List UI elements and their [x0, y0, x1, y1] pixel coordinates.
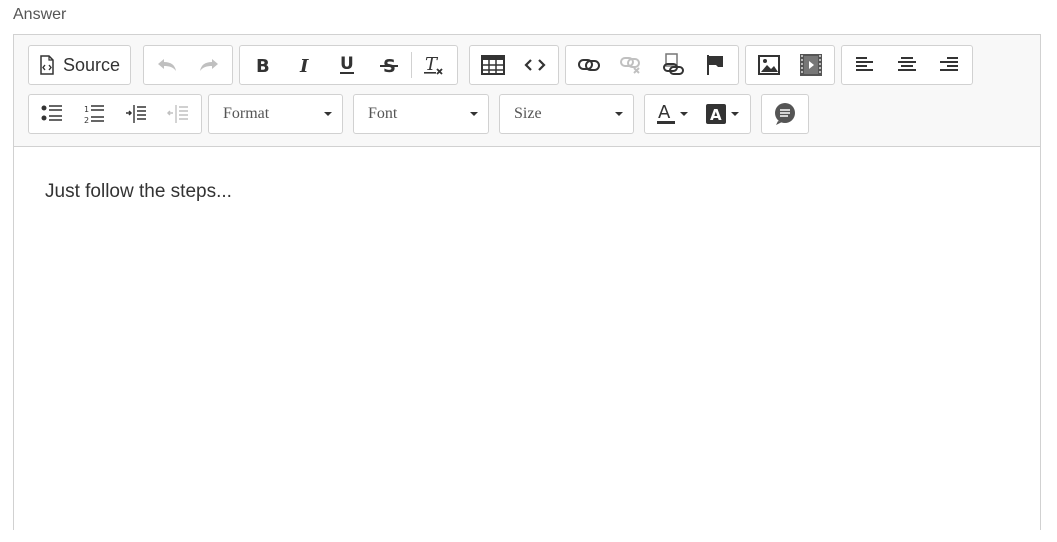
bulleted-list-button[interactable]	[31, 96, 73, 132]
strikethrough-button[interactable]: S	[368, 47, 410, 83]
numbered-list-icon: 1 2	[84, 105, 104, 125]
indent-button[interactable]	[115, 96, 157, 132]
chevron-down-icon	[470, 112, 478, 116]
link-button[interactable]	[568, 47, 610, 83]
table-button[interactable]	[472, 47, 514, 83]
content-text: Just follow the steps...	[45, 181, 232, 202]
size-label: Size	[514, 105, 542, 122]
code-button[interactable]	[514, 47, 556, 83]
anchor-link-button[interactable]	[652, 47, 694, 83]
chevron-down-icon	[324, 112, 332, 116]
text-color-icon: A	[657, 102, 675, 124]
background-color-button[interactable]: A	[697, 96, 747, 132]
toolbar-separator	[411, 52, 412, 78]
underline-button[interactable]: U	[326, 47, 368, 83]
remove-format-button[interactable]: T	[413, 47, 455, 83]
bold-icon: B	[256, 56, 270, 75]
media-group	[745, 45, 835, 85]
bold-button[interactable]: B	[242, 47, 284, 83]
underline-icon: U	[340, 54, 354, 74]
indent-icon	[126, 105, 146, 123]
unlink-icon	[620, 57, 640, 74]
align-right-icon	[940, 57, 958, 71]
outdent-icon	[167, 105, 188, 123]
font-dropdown[interactable]: Font	[353, 94, 489, 134]
italic-icon: I	[299, 56, 309, 75]
image-icon	[758, 55, 780, 75]
image-button[interactable]	[748, 47, 790, 83]
format-label: Format	[223, 105, 270, 122]
basic-styles-group: B I U S T	[239, 45, 458, 85]
text-color-button[interactable]: A	[647, 96, 697, 132]
numbered-list-button[interactable]: 1 2	[73, 96, 115, 132]
history-group	[143, 45, 233, 85]
font-label: Font	[368, 105, 398, 122]
align-left-button[interactable]	[844, 47, 886, 83]
rich-text-editor: Source B I U S T 1 2 Format Font Size A …	[13, 34, 1041, 531]
undo-button[interactable]	[146, 47, 188, 83]
flag-button[interactable]	[694, 47, 736, 83]
svg-text:A: A	[710, 106, 722, 124]
color-group: A A	[644, 94, 751, 134]
link-icon	[578, 59, 600, 71]
editor-content[interactable]: Just follow the steps...	[14, 147, 1040, 531]
svg-text:I: I	[299, 56, 309, 75]
svg-text:U: U	[340, 54, 354, 74]
align-group	[841, 45, 973, 85]
align-left-icon	[856, 57, 873, 71]
redo-icon	[200, 59, 218, 71]
chevron-down-icon	[731, 112, 739, 116]
video-icon	[800, 54, 822, 76]
unlink-button[interactable]	[610, 47, 652, 83]
insert-group	[469, 45, 559, 85]
svg-text:B: B	[256, 56, 270, 75]
undo-icon	[158, 59, 176, 71]
links-group	[565, 45, 739, 85]
size-dropdown[interactable]: Size	[499, 94, 634, 134]
field-label: Answer	[13, 6, 67, 23]
chevron-down-icon	[680, 112, 688, 116]
source-button[interactable]: Source	[31, 47, 128, 83]
source-group: Source	[28, 45, 132, 85]
list-group: 1 2	[28, 94, 202, 134]
background-color-icon: A	[706, 104, 726, 124]
align-center-icon	[898, 57, 916, 71]
video-button[interactable]	[790, 47, 832, 83]
svg-text:1: 1	[84, 105, 89, 114]
align-right-button[interactable]	[928, 47, 970, 83]
align-center-button[interactable]	[886, 47, 928, 83]
source-icon	[40, 55, 54, 75]
italic-button[interactable]: I	[284, 47, 326, 83]
svg-text:T: T	[425, 54, 439, 75]
table-icon	[481, 55, 505, 75]
redo-button[interactable]	[188, 47, 230, 83]
comment-icon	[775, 103, 795, 125]
svg-text:A: A	[658, 102, 671, 123]
format-dropdown[interactable]: Format	[208, 94, 343, 134]
comment-button[interactable]	[764, 96, 806, 132]
source-label: Source	[63, 54, 121, 75]
bulleted-list-icon	[41, 105, 62, 121]
remove-format-icon: T	[424, 54, 443, 75]
svg-text:2: 2	[84, 116, 89, 125]
anchor-icon	[663, 53, 684, 75]
outdent-button[interactable]	[157, 96, 199, 132]
strikethrough-icon: S	[380, 56, 398, 75]
flag-icon	[707, 55, 723, 75]
editor-toolbar: Source B I U S T 1 2 Format Font Size A …	[14, 35, 1040, 147]
chevron-down-icon	[615, 112, 623, 116]
code-icon	[524, 59, 546, 71]
comment-group	[761, 94, 809, 134]
